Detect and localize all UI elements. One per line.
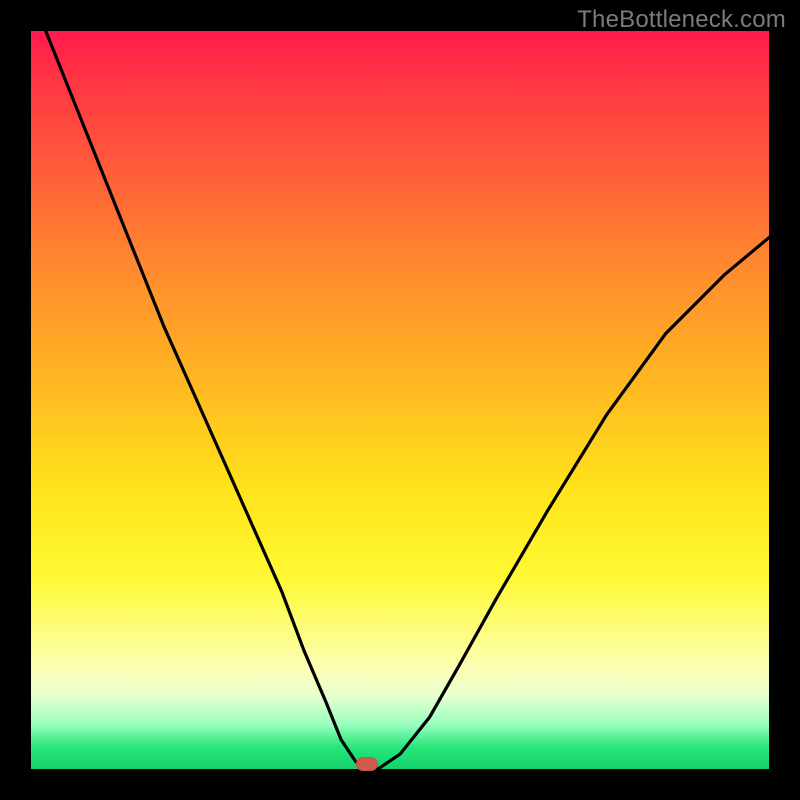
minimum-marker xyxy=(356,757,378,771)
watermark-text: TheBottleneck.com xyxy=(577,6,786,34)
chart-frame xyxy=(31,31,769,769)
bottleneck-curve xyxy=(31,31,769,769)
